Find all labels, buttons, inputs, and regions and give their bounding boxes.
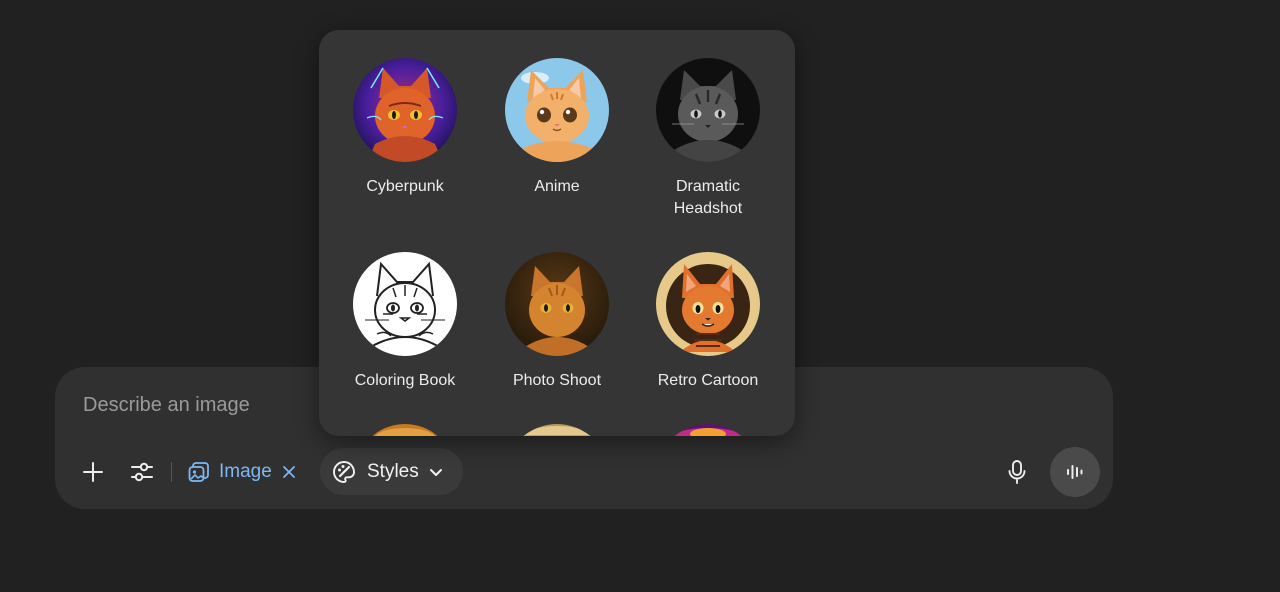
image-chip-label: Image (219, 461, 272, 482)
palette-icon (331, 459, 357, 485)
prompt-input-placeholder[interactable]: Describe an image (83, 394, 250, 417)
style-option-label: Anime (534, 178, 580, 195)
styles-button-label: Styles (367, 460, 419, 482)
tools-button[interactable] (122, 447, 162, 497)
style-option-coloring-book[interactable]: Coloring Book (330, 252, 480, 392)
style-option-cyberpunk[interactable]: Cyberpunk (330, 58, 480, 198)
plus-icon (83, 462, 103, 482)
style-option-row3-1[interactable] (330, 424, 480, 436)
voice-waveform-icon (1067, 465, 1083, 479)
style-option-row3-3[interactable] (633, 424, 783, 436)
styles-popup: Cyberpunk Anime Dramatic Headshot Colori… (319, 30, 795, 436)
remove-image-mode-button[interactable] (282, 465, 296, 479)
style-thumbnail-partial (505, 424, 609, 436)
style-option-photo-shoot[interactable]: Photo Shoot (482, 252, 632, 392)
anime-cat-thumbnail (505, 58, 609, 162)
coloring-book-cat-thumbnail (353, 252, 457, 356)
style-thumbnail-partial (353, 424, 457, 436)
retro-cartoon-cat-thumbnail (656, 252, 760, 356)
style-option-label: Dramatic Headshot (673, 178, 743, 217)
styles-button[interactable]: Styles (320, 448, 463, 495)
photo-shoot-cat-thumbnail (505, 252, 609, 356)
sliders-icon (131, 462, 153, 482)
voice-mode-button[interactable] (1050, 447, 1100, 497)
style-option-row3-2[interactable] (482, 424, 632, 436)
dramatic-headshot-cat-thumbnail (656, 58, 760, 162)
style-option-label: Coloring Book (354, 372, 456, 389)
chevron-down-icon (428, 464, 444, 480)
add-button[interactable] (73, 447, 113, 497)
composer-toolbar: Image Styles (55, 447, 1113, 497)
dictate-button[interactable] (995, 447, 1039, 497)
close-icon (282, 466, 295, 478)
toolbar-divider (171, 462, 172, 482)
style-option-label: Retro Cartoon (657, 372, 759, 389)
image-icon (188, 462, 209, 482)
style-option-dramatic-headshot[interactable]: Dramatic Headshot (633, 58, 783, 220)
style-option-anime[interactable]: Anime (482, 58, 632, 198)
style-option-label: Photo Shoot (512, 372, 602, 389)
image-mode-chip[interactable]: Image (187, 447, 296, 497)
style-option-label: Cyberpunk (366, 178, 444, 195)
style-thumbnail-partial (656, 424, 760, 436)
cyberpunk-cat-thumbnail (353, 58, 457, 162)
microphone-icon (1008, 460, 1026, 484)
style-option-retro-cartoon[interactable]: Retro Cartoon (633, 252, 783, 392)
